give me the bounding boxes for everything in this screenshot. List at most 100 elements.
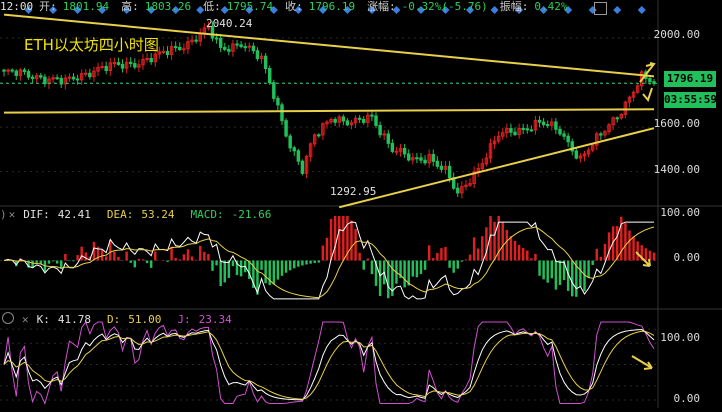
trendline: [338, 127, 655, 209]
candle-body: [116, 62, 121, 65]
candle-body: [75, 78, 80, 81]
candle-body: [133, 63, 137, 68]
candle-body: [227, 48, 231, 52]
candle-body: [276, 97, 280, 106]
candle-body: [419, 157, 423, 161]
gear-icon[interactable]: [2, 312, 14, 324]
j-value: 23.34: [198, 313, 232, 326]
candle-body: [235, 43, 239, 46]
candle-body: [615, 117, 619, 120]
candle-body: [43, 76, 47, 85]
chart-stage: 12:00 开: 1801.94 高: 1803.26 低: 1795.74 收: 1796.1…: [0, 0, 722, 408]
candle-body: [296, 150, 301, 162]
price-axis-tick: 1600.00: [653, 117, 700, 130]
candle-body: [456, 187, 460, 194]
d-value: 51.00: [128, 313, 162, 326]
high-label: 高:: [121, 0, 139, 13]
candle-body: [558, 128, 562, 135]
high-annotation: 2040.24: [206, 17, 253, 30]
candle-body: [55, 77, 59, 80]
candle-body: [120, 63, 125, 69]
candle-body: [357, 117, 362, 120]
candle-body: [435, 160, 440, 167]
candle-body: [267, 68, 272, 84]
candle-body: [284, 120, 288, 137]
candle-body: [178, 46, 182, 50]
close-label: 收:: [285, 0, 303, 13]
countdown-tag: 03:55:59: [664, 92, 717, 108]
chart-canvas: [0, 0, 722, 408]
close-icon[interactable]: ✕: [22, 313, 29, 326]
open-value: 1801.94: [62, 0, 110, 13]
amplitude-label: 振幅:: [499, 0, 529, 13]
candle-body: [374, 115, 378, 126]
candle-body: [447, 165, 452, 179]
candle-body: [149, 57, 153, 63]
candle-body: [247, 45, 252, 48]
candle-body: [648, 78, 652, 83]
candle-body: [529, 129, 534, 132]
candle-body: [300, 160, 305, 174]
kdj-header: ✕ K: 41.78 D: 51.00 J: 23.34: [0, 312, 248, 326]
k-label: K:: [36, 313, 50, 326]
candle-body: [218, 37, 223, 48]
ohlc-header: 12:00 开: 1801.94 高: 1803.26 低: 1795.74 收: 1796.1…: [0, 0, 722, 16]
candle-body: [39, 75, 43, 78]
j-label: J:: [177, 313, 191, 326]
candle-body: [10, 69, 14, 72]
candle-body: [521, 127, 525, 130]
candle-body: [14, 70, 18, 76]
low-annotation: 1292.95: [330, 185, 377, 198]
candle-body: [574, 150, 579, 159]
candle-body: [161, 50, 166, 53]
candle-body: [165, 50, 170, 56]
candle-body: [362, 118, 366, 123]
candle-body: [26, 71, 31, 78]
candle-body: [386, 133, 391, 144]
candle-body: [525, 128, 529, 131]
low-label: 低:: [203, 0, 221, 13]
candle-body: [554, 121, 558, 130]
candle-body: [129, 61, 133, 65]
candle-body: [239, 44, 243, 48]
candle-body: [562, 133, 566, 137]
price-axis-tick: 2000.00: [653, 28, 700, 41]
change-value: -0.32%(-5.76): [401, 0, 488, 13]
window-icon[interactable]: [594, 2, 607, 15]
candle-body: [406, 153, 411, 161]
candle-body: [341, 116, 346, 122]
candle-body: [30, 76, 35, 79]
candle-body: [402, 147, 407, 155]
amplitude-value: 0.42%: [534, 0, 568, 13]
candle-body: [382, 133, 386, 136]
high-value: 1803.26: [144, 0, 192, 13]
dif-label: DIF:: [23, 208, 50, 221]
price-axis-tick: 1400.00: [653, 163, 700, 176]
dea-value: 53.24: [141, 208, 175, 221]
candle-body: [112, 62, 117, 65]
candle-body: [509, 128, 513, 133]
arrow-icon: [631, 355, 653, 370]
candle-body: [378, 124, 382, 136]
candle-body: [71, 76, 76, 80]
candle-body: [431, 154, 435, 162]
candle-body: [288, 135, 292, 149]
macd-value: -21.66: [231, 208, 272, 221]
candle-body: [423, 159, 427, 164]
candle-body: [243, 46, 247, 49]
candle-body: [223, 46, 227, 50]
dea-label: DEA:: [106, 208, 134, 221]
open-label: 开:: [39, 0, 57, 13]
candle-body: [2, 69, 6, 72]
chart-title: ETH以太坊四小时图: [24, 36, 159, 54]
candle-body: [370, 114, 374, 117]
candle-body: [22, 69, 27, 73]
macd-axis-tick: 0.00: [673, 251, 701, 264]
candle-body: [280, 104, 284, 122]
settings-icon[interactable]: ): [0, 208, 7, 221]
candle-body: [88, 72, 92, 78]
candle-body: [439, 165, 444, 170]
candle-body: [537, 119, 542, 123]
macd-header: ) ✕ DIF: 42.41 DEA: 53.24 MACD: -21.66: [0, 208, 287, 221]
close-icon[interactable]: ✕: [9, 208, 16, 221]
